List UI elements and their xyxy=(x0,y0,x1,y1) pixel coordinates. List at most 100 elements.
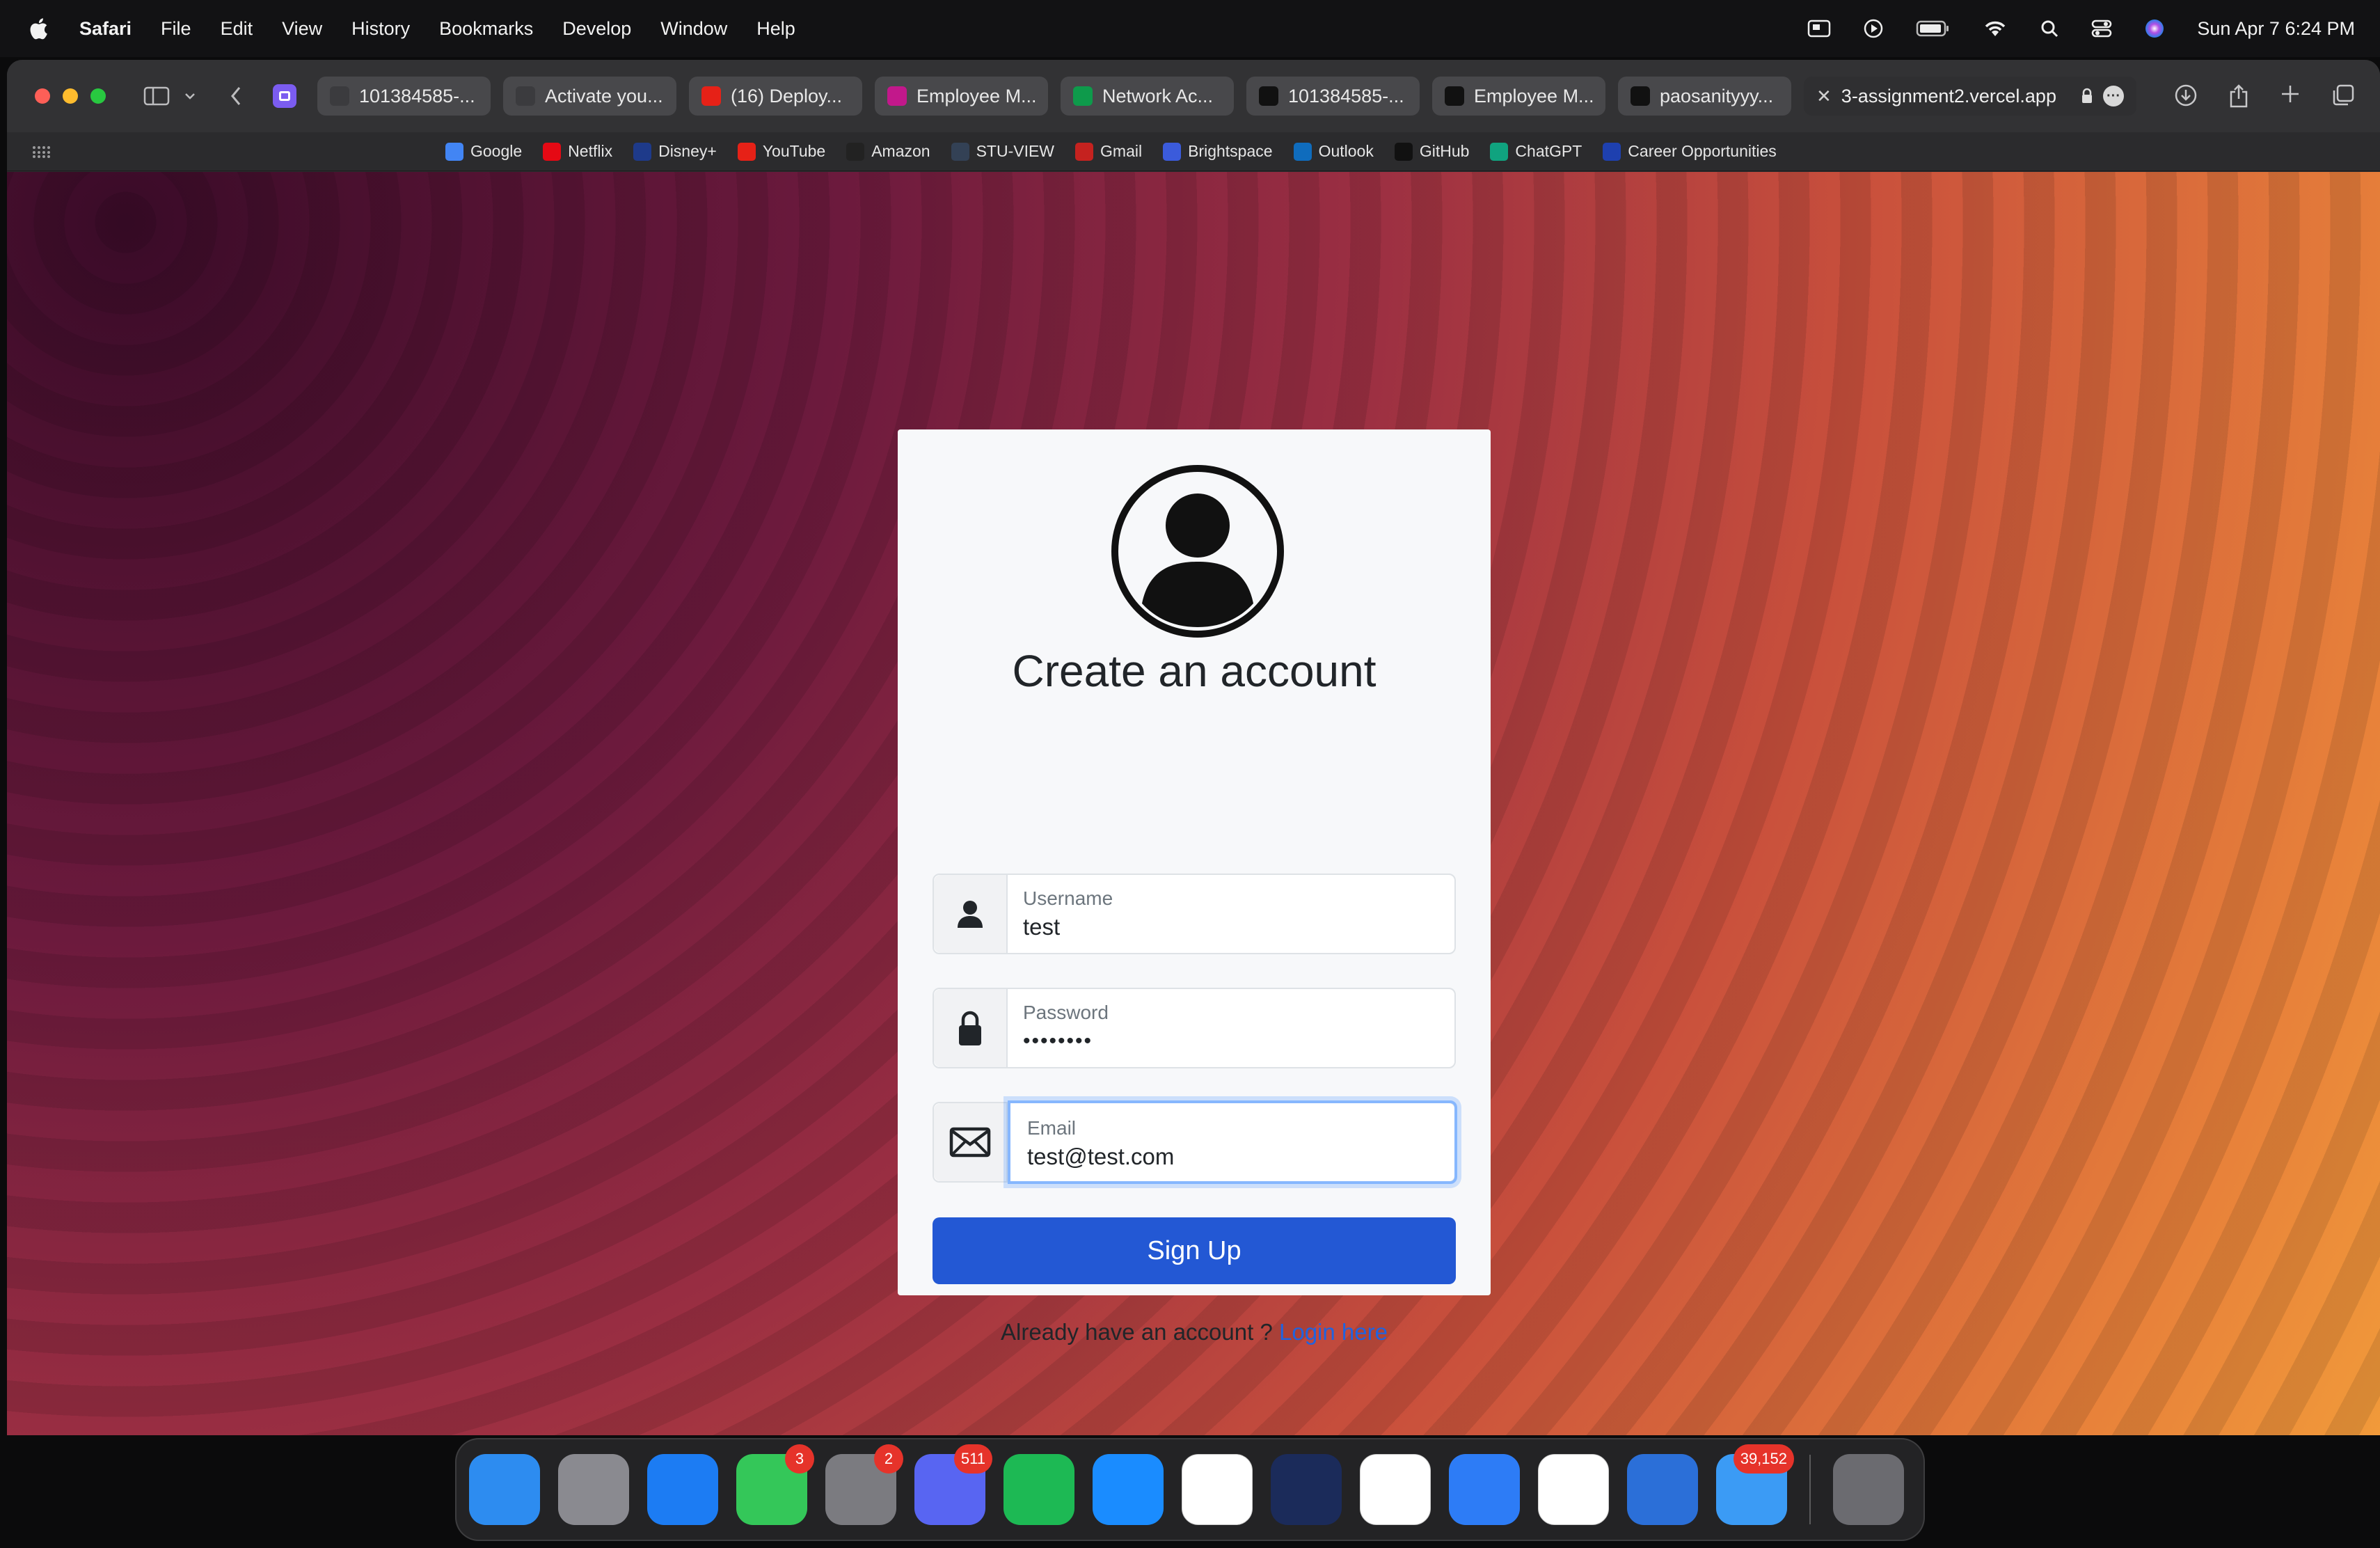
mongodb-icon xyxy=(1073,86,1093,106)
bookmark-4[interactable]: Amazon xyxy=(846,142,930,161)
menu-bar: Safari File Edit View History Bookmarks … xyxy=(0,0,2380,57)
menu-history[interactable]: History xyxy=(351,18,410,40)
tab-5[interactable]: 101384585-... xyxy=(1246,77,1420,116)
sign-up-button[interactable]: Sign Up xyxy=(933,1217,1456,1284)
window-controls xyxy=(35,88,106,104)
spotlight-search-icon[interactable] xyxy=(2040,19,2059,38)
app-icon xyxy=(887,86,907,106)
bookmark-label: ChatGPT xyxy=(1515,142,1582,160)
back-icon[interactable] xyxy=(230,86,242,106)
vscode-icon[interactable] xyxy=(1538,1454,1609,1525)
youtube-icon xyxy=(737,142,756,161)
career-icon xyxy=(1603,142,1621,161)
wifi-icon[interactable] xyxy=(1983,19,2008,38)
bookmark-7[interactable]: Brightspace xyxy=(1163,142,1273,161)
bookmark-11[interactable]: Career Opportunities xyxy=(1603,142,1777,161)
grid-icon[interactable] xyxy=(32,145,50,158)
tab-1[interactable]: Activate you... xyxy=(503,77,676,116)
screen-recording-icon[interactable] xyxy=(1807,19,1831,38)
github-icon xyxy=(1631,86,1650,106)
tab-strip: 101384585-... Activate you... (16) Deploy.… xyxy=(317,77,1791,116)
downloads-icon[interactable] xyxy=(2174,84,2198,107)
bookmark-label: STU-VIEW xyxy=(976,142,1055,160)
username-input[interactable] xyxy=(1023,914,1439,940)
tab-bar: 101384585-... Activate you... (16) Deploy.… xyxy=(7,60,2380,132)
discord-icon[interactable]: 511 xyxy=(914,1444,992,1525)
facetime-icon[interactable]: 3 xyxy=(736,1444,814,1525)
menu-develop[interactable]: Develop xyxy=(562,18,631,40)
launchpad-icon[interactable] xyxy=(558,1454,629,1525)
tab-label: Network Ac... xyxy=(1102,85,1214,106)
menu-bookmarks[interactable]: Bookmarks xyxy=(439,18,533,40)
tab-3[interactable]: Employee M... xyxy=(875,77,1048,116)
bookmark-2[interactable]: Disney+ xyxy=(633,142,717,161)
tab-6[interactable]: Employee M... xyxy=(1432,77,1605,116)
menu-app-name[interactable]: Safari xyxy=(79,18,132,40)
george-brown-icon[interactable] xyxy=(1271,1454,1342,1525)
notification-badge: 511 xyxy=(953,1444,992,1474)
zoom-window-button[interactable] xyxy=(90,88,106,104)
email-label: Email xyxy=(1027,1117,1077,1139)
login-prompt-text: Already have an account ? xyxy=(1001,1319,1279,1345)
menu-file[interactable]: File xyxy=(161,18,191,40)
password-input[interactable]: •••••••• xyxy=(1023,1029,1439,1053)
google-slides-icon[interactable] xyxy=(1360,1454,1431,1525)
password-label: Password xyxy=(1023,1002,1109,1023)
siri-icon[interactable] xyxy=(2144,18,2165,39)
bookmark-label: YouTube xyxy=(762,142,826,160)
email-addon xyxy=(934,1103,1008,1181)
menu-help[interactable]: Help xyxy=(756,18,795,40)
more-options-icon[interactable]: ··· xyxy=(2103,86,2124,106)
menu-edit[interactable]: Edit xyxy=(221,18,253,40)
spotify-icon[interactable] xyxy=(1003,1454,1074,1525)
bookmark-3[interactable]: YouTube xyxy=(737,142,826,161)
tab-label: 101384585-... xyxy=(359,85,475,106)
minimize-window-button[interactable] xyxy=(63,88,78,104)
dock: 3 2 511 39,152 xyxy=(455,1438,1925,1541)
new-tab-icon[interactable] xyxy=(2280,84,2301,104)
tab-active[interactable]: ✕ 3-assignment2.vercel.app ··· xyxy=(1804,77,2136,116)
menu-window[interactable]: Window xyxy=(660,18,727,40)
bookmark-0[interactable]: Google xyxy=(445,142,522,161)
now-playing-icon[interactable] xyxy=(1863,18,1884,39)
gmail-icon xyxy=(1075,142,1094,161)
tab-7[interactable]: paosanityyy... xyxy=(1618,77,1791,116)
chevron-down-icon[interactable] xyxy=(184,91,196,101)
finder-icon[interactable] xyxy=(469,1454,540,1525)
xcode-icon[interactable] xyxy=(1449,1454,1520,1525)
bookmark-label: Netflix xyxy=(568,142,613,160)
tab-overview-icon[interactable] xyxy=(2331,84,2355,107)
bookmark-5[interactable]: STU-VIEW xyxy=(951,142,1054,161)
outlook-icon xyxy=(1293,142,1312,161)
bookmark-8[interactable]: Outlook xyxy=(1293,142,1374,161)
bookmark-9[interactable]: GitHub xyxy=(1394,142,1469,161)
bookmark-1[interactable]: Netflix xyxy=(543,142,612,161)
instruments-icon[interactable] xyxy=(1627,1454,1698,1525)
person-icon xyxy=(958,901,983,928)
mail-icon[interactable]: 39,152 xyxy=(1716,1444,1794,1525)
trash-icon[interactable] xyxy=(1833,1454,1904,1525)
bookmark-10[interactable]: ChatGPT xyxy=(1490,142,1582,161)
apple-menu-icon[interactable] xyxy=(28,17,49,40)
extension-icon[interactable] xyxy=(273,84,296,108)
menu-view[interactable]: View xyxy=(282,18,322,40)
share-icon[interactable] xyxy=(2228,84,2249,109)
menu-clock[interactable]: Sun Apr 7 6:24 PM xyxy=(2197,18,2355,40)
close-tab-icon[interactable]: ✕ xyxy=(1816,86,1832,107)
email-input[interactable] xyxy=(1027,1144,1438,1170)
login-link[interactable]: Login here xyxy=(1279,1319,1388,1345)
sidebar-toggle-icon[interactable] xyxy=(143,86,171,106)
github-icon xyxy=(1394,142,1413,161)
app-store-icon[interactable] xyxy=(647,1454,718,1525)
username-label: Username xyxy=(1023,887,1113,909)
tab-0[interactable]: 101384585-... xyxy=(317,77,491,116)
bookmark-6[interactable]: Gmail xyxy=(1075,142,1142,161)
battery-icon[interactable] xyxy=(1916,19,1951,38)
system-settings-icon[interactable]: 2 xyxy=(825,1444,903,1525)
close-window-button[interactable] xyxy=(35,88,50,104)
control-center-icon[interactable] xyxy=(2091,19,2112,38)
tab-4[interactable]: Network Ac... xyxy=(1061,77,1234,116)
google-docs-icon[interactable] xyxy=(1182,1454,1253,1525)
safari-icon[interactable] xyxy=(1093,1454,1164,1525)
tab-2[interactable]: (16) Deploy... xyxy=(689,77,862,116)
